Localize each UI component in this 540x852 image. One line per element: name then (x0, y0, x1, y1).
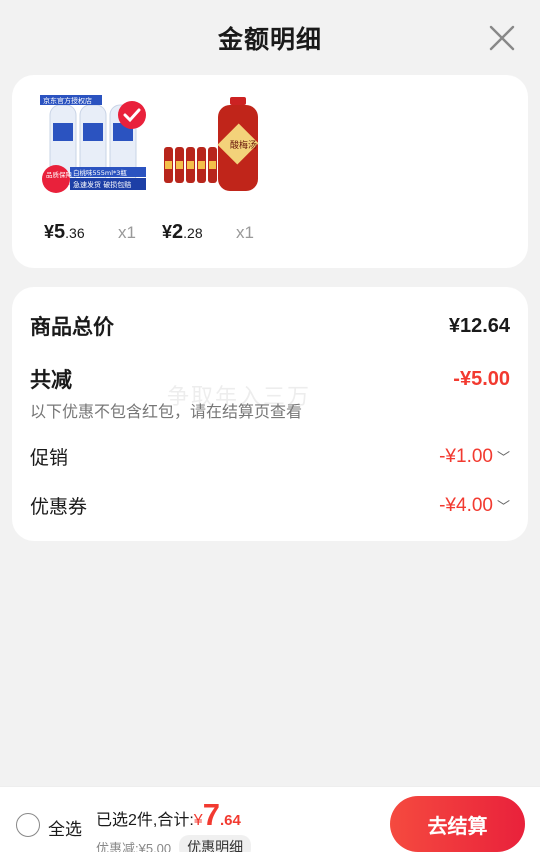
promo-expand[interactable]: -¥1.00 ﹀ (439, 446, 510, 468)
checkout-button[interactable]: 去结算 (390, 796, 525, 852)
product-item[interactable]: 酸梅汤 ¥ 2 .28 x1 (158, 95, 268, 265)
select-all-radio[interactable] (16, 813, 40, 837)
coupon-expand[interactable]: -¥4.00 ﹀ (439, 495, 510, 517)
product-price: ¥ 2 .28 (162, 221, 203, 244)
close-icon[interactable] (486, 22, 518, 54)
coupon-label: 优惠券 (30, 497, 88, 518)
promo-value: -¥1.00 (439, 445, 493, 467)
product-qty: x1 (236, 223, 254, 242)
reduce-label: 共减 (30, 369, 72, 392)
total-dec: .64 (219, 812, 241, 829)
price-dec: .28 (183, 225, 203, 241)
discount-line: 优惠减:¥5.00 优惠明细 (96, 835, 252, 852)
discount-note: 以下优惠不包含红包，请在结算页查看 (30, 404, 303, 421)
product-qty: x1 (118, 223, 136, 242)
product-item[interactable]: 京东官方授权店 白桃味555ml*3瓶 急速发货 破损包赔 品质保障 ¥ 5 .… (40, 95, 150, 265)
product-price: ¥ 5 .36 (44, 221, 85, 244)
discount-detail-button[interactable]: 优惠明细 (179, 835, 252, 852)
product-tag-line: 白桃味555ml*3瓶 (73, 168, 127, 177)
quality-badge: 品质保障 (46, 170, 73, 179)
chevron-down-icon: ﹀ (496, 450, 510, 465)
selected-text: 已选2件,合计: (96, 812, 194, 829)
selected-summary: 已选2件,合计: ¥ 7 .64 (96, 797, 241, 833)
discount-text: 优惠减:¥5.00 (96, 840, 172, 852)
promo-label: 促销 (30, 448, 69, 469)
summary-card: 争取年入三万 商品总价 ¥12.64 共减 -¥5.00 以下优惠不包含红包，请… (12, 287, 528, 541)
checkout-bar: 全选 已选2件,合计: ¥ 7 .64 优惠减:¥5.00 优惠明细 去结算 (0, 786, 540, 852)
total-row: 商品总价 ¥12.64 (30, 311, 510, 341)
price-yen: ¥ (162, 222, 173, 242)
total-yen: ¥ (193, 812, 203, 829)
coupon-row[interactable]: 优惠券 -¥4.00 ﹀ (30, 492, 510, 519)
product-label-text: 酸梅汤 (230, 139, 257, 151)
total-amount: ¥ 7 .64 (194, 797, 241, 833)
product-image-plum-drink: 酸梅汤 (158, 95, 268, 205)
reduce-row: 共减 -¥5.00 (30, 364, 510, 394)
price-dec: .36 (65, 225, 85, 241)
product-badge-text: 京东官方授权店 (43, 96, 92, 105)
total-label: 商品总价 (30, 316, 114, 339)
price-int: 5 (54, 221, 66, 243)
price-int: 2 (172, 221, 184, 243)
products-card: 京东官方授权店 白桃味555ml*3瓶 急速发货 破损包赔 品质保障 ¥ 5 .… (12, 75, 528, 268)
header: 金额明细 (0, 0, 540, 76)
select-all-label[interactable]: 全选 (48, 815, 82, 840)
page-title: 金额明细 (217, 26, 322, 54)
coupon-value: -¥4.00 (439, 494, 493, 516)
promo-row[interactable]: 促销 -¥1.00 ﹀ (30, 443, 510, 470)
price-yen: ¥ (44, 222, 55, 242)
amount-detail-sheet: 金额明细 京东官方授权店 白桃味555ml*3瓶 急速发货 破损包赔 品质保障 … (0, 0, 540, 852)
product-image-water: 京东官方授权店 白桃味555ml*3瓶 急速发货 破损包赔 品质保障 (40, 95, 150, 205)
product-promo-line: 急速发货 破损包赔 (73, 180, 131, 189)
chevron-down-icon: ﹀ (496, 499, 510, 514)
total-int: 7 (202, 797, 220, 832)
reduce-value: -¥5.00 (453, 367, 510, 390)
total-value: ¥12.64 (448, 314, 510, 337)
